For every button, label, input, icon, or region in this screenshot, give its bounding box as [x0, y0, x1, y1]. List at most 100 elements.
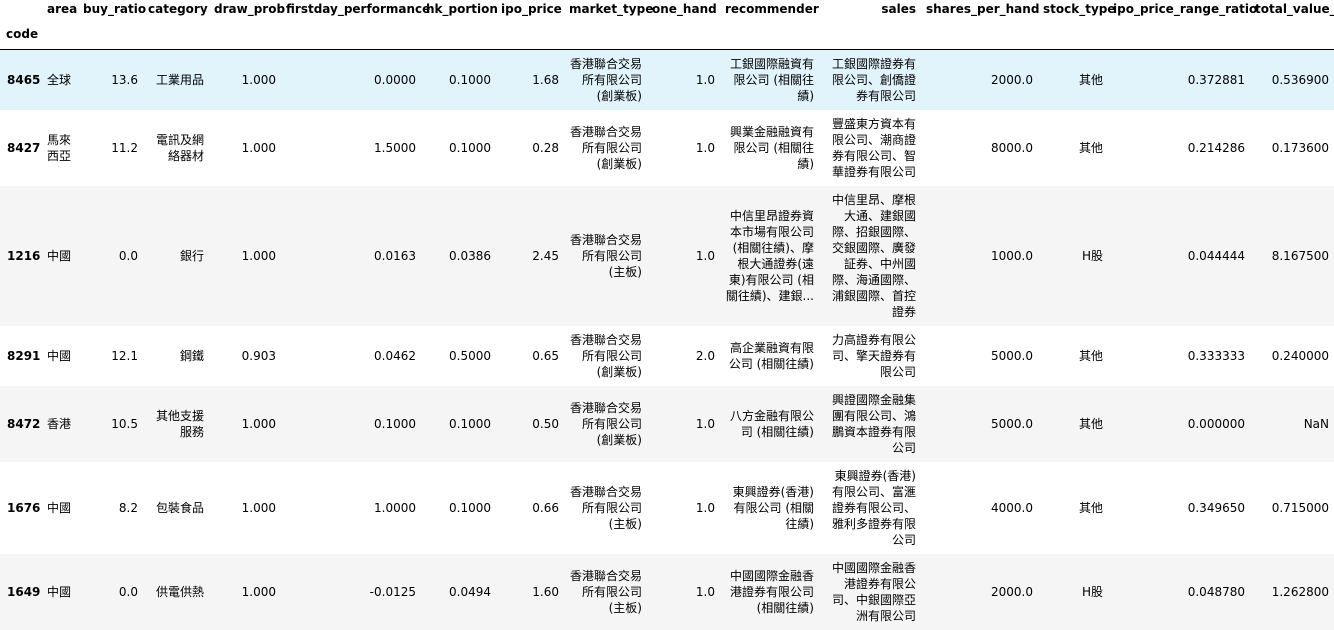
cell-firstday-performance: -0.0125	[369, 585, 416, 599]
column-header: ipo_price_range_ratio	[1113, 2, 1258, 16]
cell-category: 鋼鐵	[179, 349, 204, 363]
column-header: area	[47, 2, 78, 16]
table-row[interactable]: 1216 中國 0.0 銀行 1.000 0.0163 0.0386 2.45 香港聯合交易所有…	[0, 186, 1334, 326]
table-row[interactable]: 8465 全球 13.6 工業用品 1.000 0.0000 0.1000 1.68 香港聯合交…	[0, 49, 1334, 110]
cell-recommender: 工銀國際融資有限公司 (相關往績)	[729, 56, 814, 103]
cell-area: 中國	[47, 249, 72, 263]
cell-hk-portion: 0.1000	[449, 501, 491, 515]
table-row[interactable]: 1676 中國 8.2 包裝食品 1.000 1.0000 0.1000 0.66 香港聯合交易…	[0, 462, 1334, 554]
cell-sales: 力高證券有限公司、擎天證券有限公司	[831, 333, 916, 379]
cell-market-type: 香港聯合交易所有限公司 (創業板)	[569, 401, 642, 447]
cell-ipo-price: 0.50	[532, 417, 559, 431]
cell-buy-ratio: 0.0	[118, 249, 138, 263]
cell-category: 其他支援服務	[155, 409, 204, 439]
cell-one-hand: 1.0	[695, 249, 715, 263]
cell-shares-per-hand: 4000.0	[991, 501, 1033, 515]
cell-category: 銀行	[179, 249, 204, 263]
cell-shares-per-hand: 2000.0	[991, 585, 1033, 599]
cell-recommender: 中國國際金融香港證券有限公司 (相關往績)	[729, 569, 814, 615]
cell-draw-prob: 1.000	[241, 417, 276, 431]
column-header: total_value_mid	[1255, 2, 1334, 16]
column-header-index	[0, 0, 42, 20]
cell-area: 全球	[47, 72, 72, 87]
cell-hk-portion: 0.0386	[449, 249, 491, 263]
cell-area: 中國	[47, 585, 72, 599]
table-row[interactable]: 1649 中國 0.0 供電供熱 1.000 -0.0125 0.0494 1.60 香港聯合交…	[0, 554, 1334, 630]
cell-ipo-price-range-ratio: 0.048780	[1187, 585, 1245, 599]
cell-shares-per-hand: 5000.0	[991, 349, 1033, 363]
cell-ipo-price-range-ratio: 0.349650	[1187, 501, 1245, 515]
row-index-code: 8291	[7, 349, 41, 363]
cell-stock-type: H股	[1081, 249, 1103, 263]
row-index-code: 8465	[7, 72, 41, 87]
cell-area: 中國	[47, 349, 72, 363]
cell-shares-per-hand: 1000.0	[991, 249, 1033, 263]
cell-market-type: 香港聯合交易所有限公司 (創業板)	[569, 333, 642, 379]
index-name: code	[6, 27, 39, 42]
column-header: category	[148, 2, 208, 16]
column-header-row: area buy_ratio category draw_prob firstd…	[0, 0, 1334, 20]
cell-firstday-performance: 0.1000	[374, 417, 416, 431]
cell-total-value-mid: 0.536900	[1271, 72, 1329, 87]
dataframe-table: area buy_ratio category draw_prob firstd…	[0, 0, 1334, 630]
cell-ipo-price-range-ratio: 0.214286	[1187, 141, 1245, 155]
cell-firstday-performance: 0.0462	[374, 349, 416, 363]
cell-sales: 中信里昂、摩根大通、建銀國際、招銀國際、交銀國際、廣發証券、中州國際、海通國際、…	[831, 193, 916, 319]
cell-one-hand: 1.0	[695, 501, 715, 515]
cell-ipo-price: 2.45	[532, 249, 559, 263]
cell-market-type: 香港聯合交易所有限公司 (創業板)	[569, 56, 642, 103]
column-header: buy_ratio	[83, 2, 147, 16]
cell-market-type: 香港聯合交易所有限公司 (主板)	[569, 233, 642, 279]
cell-total-value-mid: 8.167500	[1271, 249, 1329, 263]
row-index-code: 8472	[7, 417, 41, 431]
cell-firstday-performance: 0.0163	[374, 249, 416, 263]
cell-buy-ratio: 10.5	[111, 417, 138, 431]
cell-ipo-price: 0.66	[532, 501, 559, 515]
cell-sales: 豐盛東方資本有限公司、潮商證券有限公司、智華證券有限公司	[831, 117, 916, 179]
cell-ipo-price-range-ratio: 0.000000	[1187, 417, 1245, 431]
cell-ipo-price: 1.60	[532, 585, 559, 599]
cell-hk-portion: 0.1000	[449, 72, 491, 87]
cell-sales: 東興證券(香港)有限公司、富滙證券有限公司、雅利多證券有限公司	[831, 469, 916, 547]
column-header: draw_prob	[214, 2, 286, 16]
cell-draw-prob: 1.000	[241, 72, 276, 87]
cell-recommender: 興業金融融資有限公司 (相關往績)	[729, 125, 814, 171]
cell-category: 工業用品	[155, 72, 204, 87]
table-row[interactable]: 8472 香港 10.5 其他支援服務 1.000 0.1000 0.1000 0.50 香港聯…	[0, 386, 1334, 462]
table-row[interactable]: 8291 中國 12.1 鋼鐵 0.903 0.0462 0.5000 0.65 香港聯合交易所…	[0, 326, 1334, 386]
row-index-code: 1216	[7, 249, 41, 263]
cell-total-value-mid: 0.173600	[1271, 141, 1329, 155]
column-header: sales	[881, 2, 916, 16]
cell-recommender: 中信里昂證券資本市場有限公司 (相關往績)、摩根大通證券(遠東)有限公司 (相關…	[725, 209, 814, 303]
column-header: one_hand	[652, 2, 717, 16]
column-header: shares_per_hand	[926, 2, 1040, 16]
row-index-code: 1649	[7, 585, 41, 599]
cell-market-type: 香港聯合交易所有限公司 (主板)	[569, 569, 642, 615]
cell-stock-type: H股	[1081, 585, 1103, 599]
table-header: area buy_ratio category draw_prob firstd…	[0, 0, 1334, 49]
cell-total-value-mid: 0.240000	[1271, 349, 1329, 363]
cell-ipo-price-range-ratio: 0.372881	[1187, 72, 1245, 87]
cell-sales: 工銀國際證券有限公司、創僑證券有限公司	[831, 56, 916, 103]
cell-market-type: 香港聯合交易所有限公司 (創業板)	[569, 125, 642, 171]
column-header: firstday_performance	[286, 2, 431, 16]
cell-hk-portion: 0.1000	[449, 417, 491, 431]
cell-buy-ratio: 12.1	[111, 349, 138, 363]
cell-category: 電訊及網絡器材	[155, 133, 204, 163]
cell-ipo-price: 1.68	[532, 72, 559, 87]
table-row[interactable]: 8427 馬來西亞 11.2 電訊及網絡器材 1.000 1.5000 0.1000 0.28…	[0, 110, 1334, 186]
column-header: ipo_price	[501, 2, 562, 16]
column-header: stock_type	[1043, 2, 1116, 16]
cell-one-hand: 2.0	[695, 349, 715, 363]
cell-draw-prob: 1.000	[241, 501, 276, 515]
cell-buy-ratio: 0.0	[118, 585, 138, 599]
cell-stock-type: 其他	[1078, 141, 1103, 155]
cell-recommender: 八方金融有限公司 (相關往績)	[729, 409, 814, 439]
column-header: market_type	[569, 2, 654, 16]
cell-draw-prob: 1.000	[241, 141, 276, 155]
cell-one-hand: 1.0	[695, 72, 715, 87]
cell-stock-type: 其他	[1078, 417, 1103, 431]
cell-ipo-price: 0.28	[532, 141, 559, 155]
cell-one-hand: 1.0	[695, 141, 715, 155]
cell-category: 供電供熱	[155, 585, 204, 599]
